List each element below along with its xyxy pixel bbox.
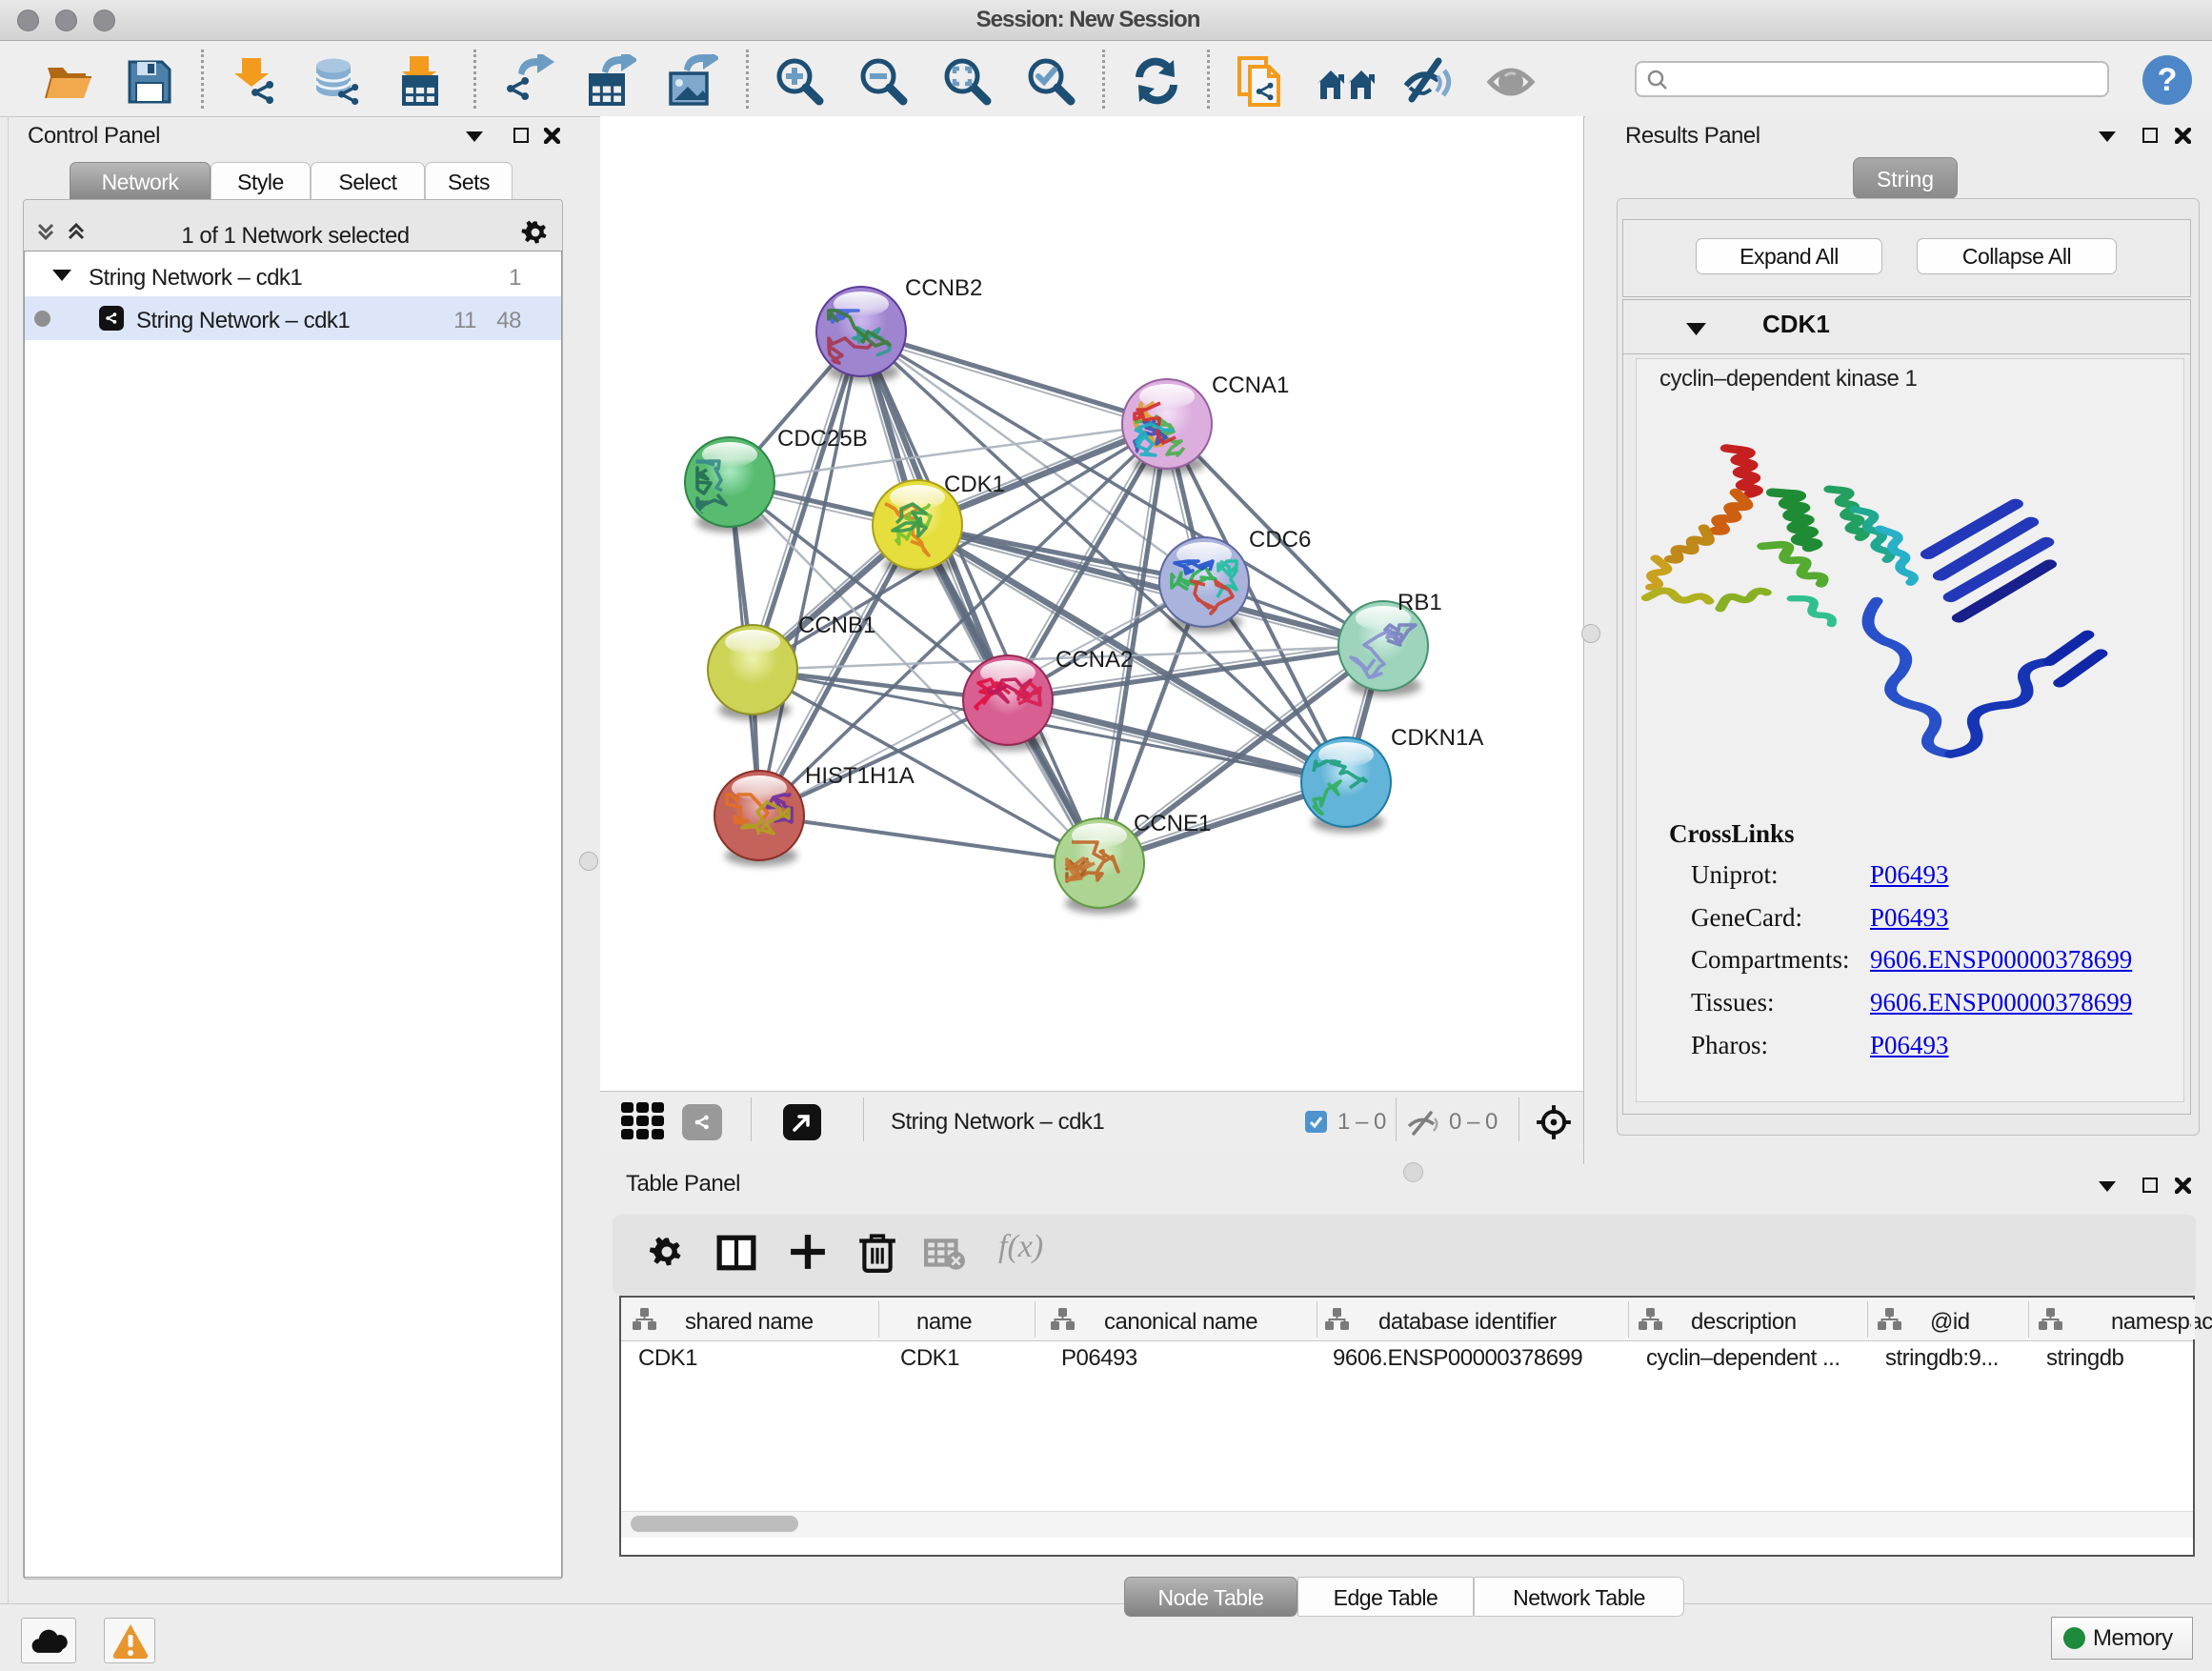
svg-text:CCNE1: CCNE1	[1134, 811, 1211, 836]
svg-text:CCNB1: CCNB1	[798, 613, 875, 638]
svg-text:CCNA1: CCNA1	[1212, 372, 1289, 398]
svg-text:CDK1: CDK1	[944, 472, 1005, 497]
svg-text:CDC25B: CDC25B	[777, 426, 868, 452]
svg-text:CDKN1A: CDKN1A	[1391, 725, 1483, 751]
svg-text:CDC6: CDC6	[1249, 527, 1311, 553]
svg-text:RB1: RB1	[1398, 590, 1442, 615]
svg-text:CCNB2: CCNB2	[905, 275, 982, 301]
svg-text:CCNA2: CCNA2	[1056, 647, 1133, 673]
svg-text:HIST1H1A: HIST1H1A	[805, 763, 915, 789]
